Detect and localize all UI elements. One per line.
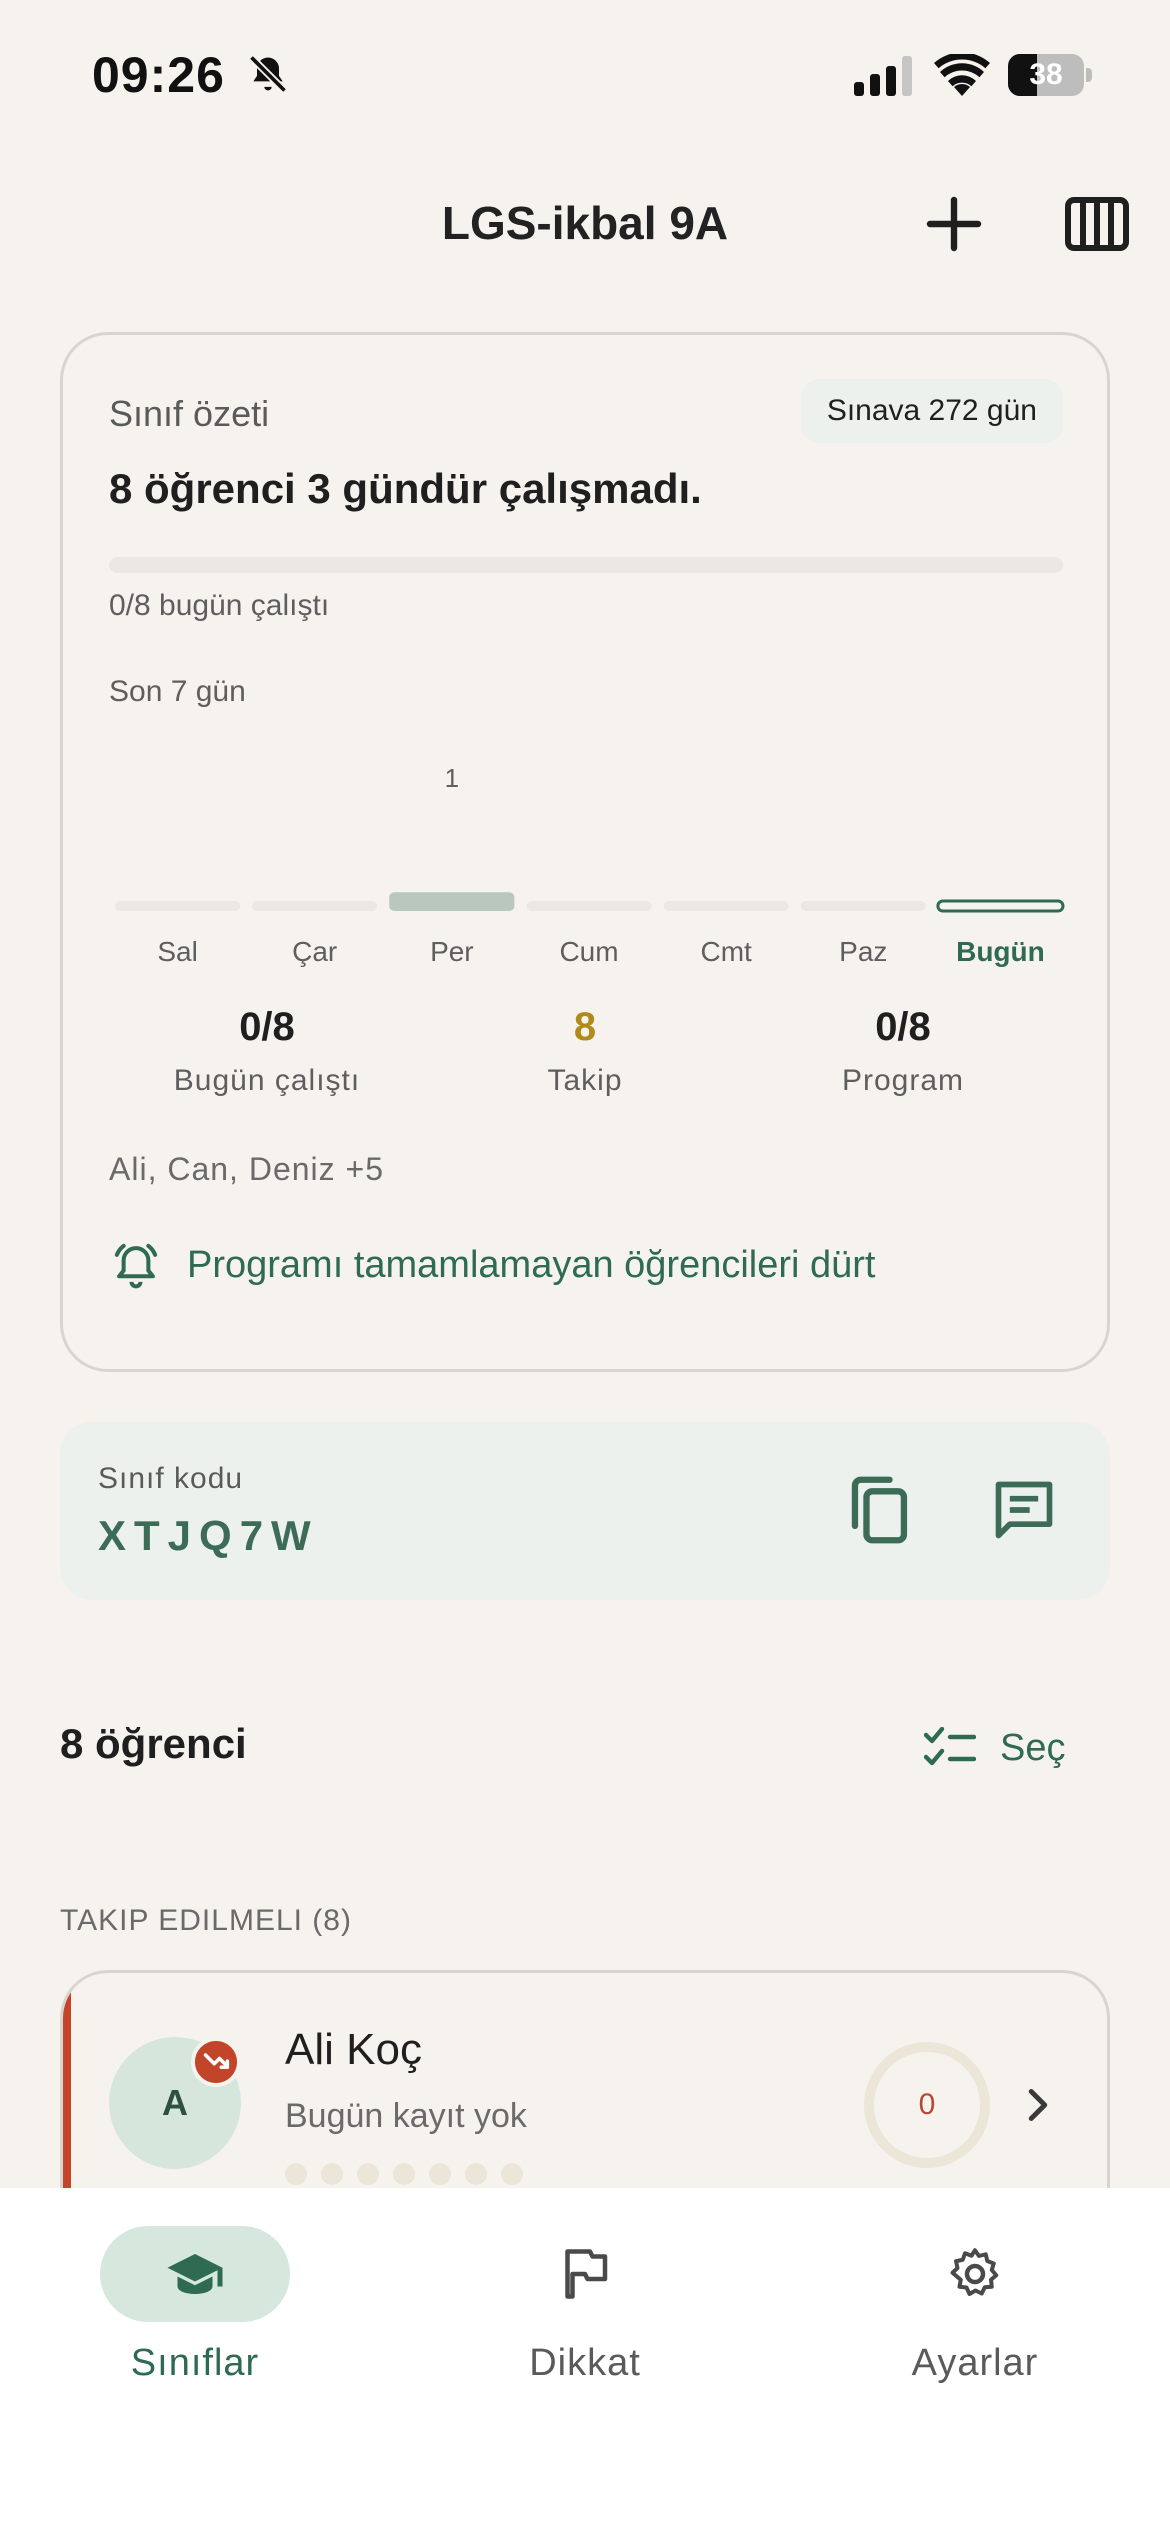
section-follow-up-label: TAKIP EDILMELI (8) [60, 1904, 352, 1937]
chart-tick-label: Çar [292, 936, 337, 967]
stat-label: Bugün çalıştı [173, 1064, 361, 1097]
week-activity-dots [285, 2163, 537, 2185]
week-dot [501, 2163, 523, 2185]
chart-tick-label: Cum [559, 936, 618, 967]
status-time: 09:26 [92, 47, 225, 103]
summary-label: Sınıf özeti [109, 393, 270, 434]
today-progress-bar [109, 557, 1063, 573]
chart-bar-1 [252, 901, 378, 911]
stat-program: 0/8 Program [743, 1005, 1063, 1098]
inactive-student-names: Ali, Can, Deniz +5 [109, 1151, 385, 1187]
week-dot [321, 2163, 343, 2185]
chart-tick-label: Cmt [700, 936, 752, 967]
last-7-days-chart: Sal Çar 1 Per Cum Cmt Paz Bugün [115, 763, 1065, 967]
chart-bar-2 [389, 892, 515, 911]
chart-bar-4 [663, 901, 789, 911]
stat-studied-today: 0/8 Bugün çalıştı [107, 1005, 427, 1098]
score-value: 0 [918, 2088, 936, 2121]
week-dot [393, 2163, 415, 2185]
battery-body: 38 [1008, 54, 1084, 96]
chart-bar-3 [526, 901, 652, 911]
gear-icon [950, 2248, 999, 2296]
students-count: 8 öğrenci [60, 1720, 247, 1767]
nav-label: Dikkat [529, 2342, 641, 2384]
checklist-icon [924, 1727, 976, 1766]
chart-tick-label: Bugün [956, 936, 1045, 967]
battery-tip [1086, 68, 1092, 82]
trending-down-icon [191, 2037, 241, 2087]
nav-item-attention[interactable]: Dikkat [390, 2226, 780, 2385]
class-code-label: Sınıf kodu [98, 1462, 244, 1495]
battery-indicator: 38 [1008, 54, 1092, 96]
chart-tick-label: Sal [157, 936, 197, 967]
status-bar: 09:26 38 [0, 0, 1170, 150]
message-icon[interactable] [990, 1476, 1058, 1544]
chart-bar-5 [800, 901, 926, 911]
nav-label: Ayarlar [911, 2342, 1039, 2384]
wifi-icon [934, 54, 990, 96]
week-dot [357, 2163, 379, 2185]
chart-label: Son 7 gün [109, 675, 246, 708]
student-name: Ali Koç [285, 2025, 422, 2074]
week-dot [429, 2163, 451, 2185]
page-title: LGS-ikbal 9A [441, 197, 729, 249]
bottom-navigation: Sınıflar Dikkat Ayarlar [0, 2188, 1170, 2532]
select-label: Seç [1000, 1726, 1066, 1769]
nudge-students-button[interactable]: Programı tamamlamayan öğrencileri dürt [109, 1235, 876, 1295]
class-summary-card[interactable]: Sınıf özeti Sınava 272 gün 8 öğrenci 3 g… [60, 332, 1110, 1372]
stat-value: 0/8 [875, 1005, 931, 1049]
plus-icon[interactable] [922, 192, 986, 256]
week-dot [285, 2163, 307, 2185]
bell-off-icon [248, 54, 288, 94]
stat-value: 0/8 [239, 1005, 295, 1049]
chart-tick-label: Paz [839, 936, 887, 967]
stat-label: Takip [547, 1064, 623, 1097]
flag-icon [565, 2249, 608, 2299]
alarm-bell-icon [114, 1243, 158, 1289]
class-code-value[interactable]: XTJQ7W [98, 1512, 319, 1560]
week-dot [465, 2163, 487, 2185]
chart-bar-0 [115, 901, 241, 911]
chart-data-label: 1 [445, 763, 459, 793]
stat-follow-up: 8 Takip [425, 1005, 745, 1098]
chevron-right-icon[interactable] [1023, 2087, 1053, 2123]
nav-item-classes[interactable]: Sınıflar [0, 2226, 390, 2385]
select-button[interactable]: Seç [924, 1718, 1065, 1778]
nav-item-settings[interactable]: Ayarlar [780, 2226, 1170, 2385]
class-code-card: Sınıf kodu XTJQ7W [60, 1422, 1110, 1600]
nav-pill [880, 2226, 1070, 2322]
stat-label: Program [841, 1064, 965, 1097]
stat-value: 8 [573, 1005, 597, 1049]
exam-countdown-badge: Sınava 272 gün [800, 379, 1063, 443]
cellular-signal-icon [854, 56, 912, 96]
student-status: Bugün kayıt yok [285, 2097, 527, 2135]
grid-columns-icon[interactable] [1064, 196, 1130, 252]
chart-bar-6 [936, 899, 1065, 913]
battery-level: 38 [1029, 58, 1063, 91]
today-progress-text: 0/8 bugün çalıştı [109, 589, 330, 622]
student-card[interactable]: A Ali Koç Bugün kayıt yok 0 [60, 1970, 1110, 2190]
nudge-label: Programı tamamlamayan öğrencileri dürt [187, 1243, 876, 1286]
nav-pill [490, 2226, 680, 2322]
chart-tick-label: Per [430, 936, 474, 967]
graduation-cap-icon [167, 2254, 223, 2294]
nav-label: Sınıflar [130, 2342, 260, 2384]
summary-headline: 8 öğrenci 3 gündür çalışmadı. [109, 465, 702, 512]
copy-icon[interactable] [846, 1474, 910, 1546]
nav-pill-active [100, 2226, 290, 2322]
alert-accent-bar [63, 1973, 71, 2190]
